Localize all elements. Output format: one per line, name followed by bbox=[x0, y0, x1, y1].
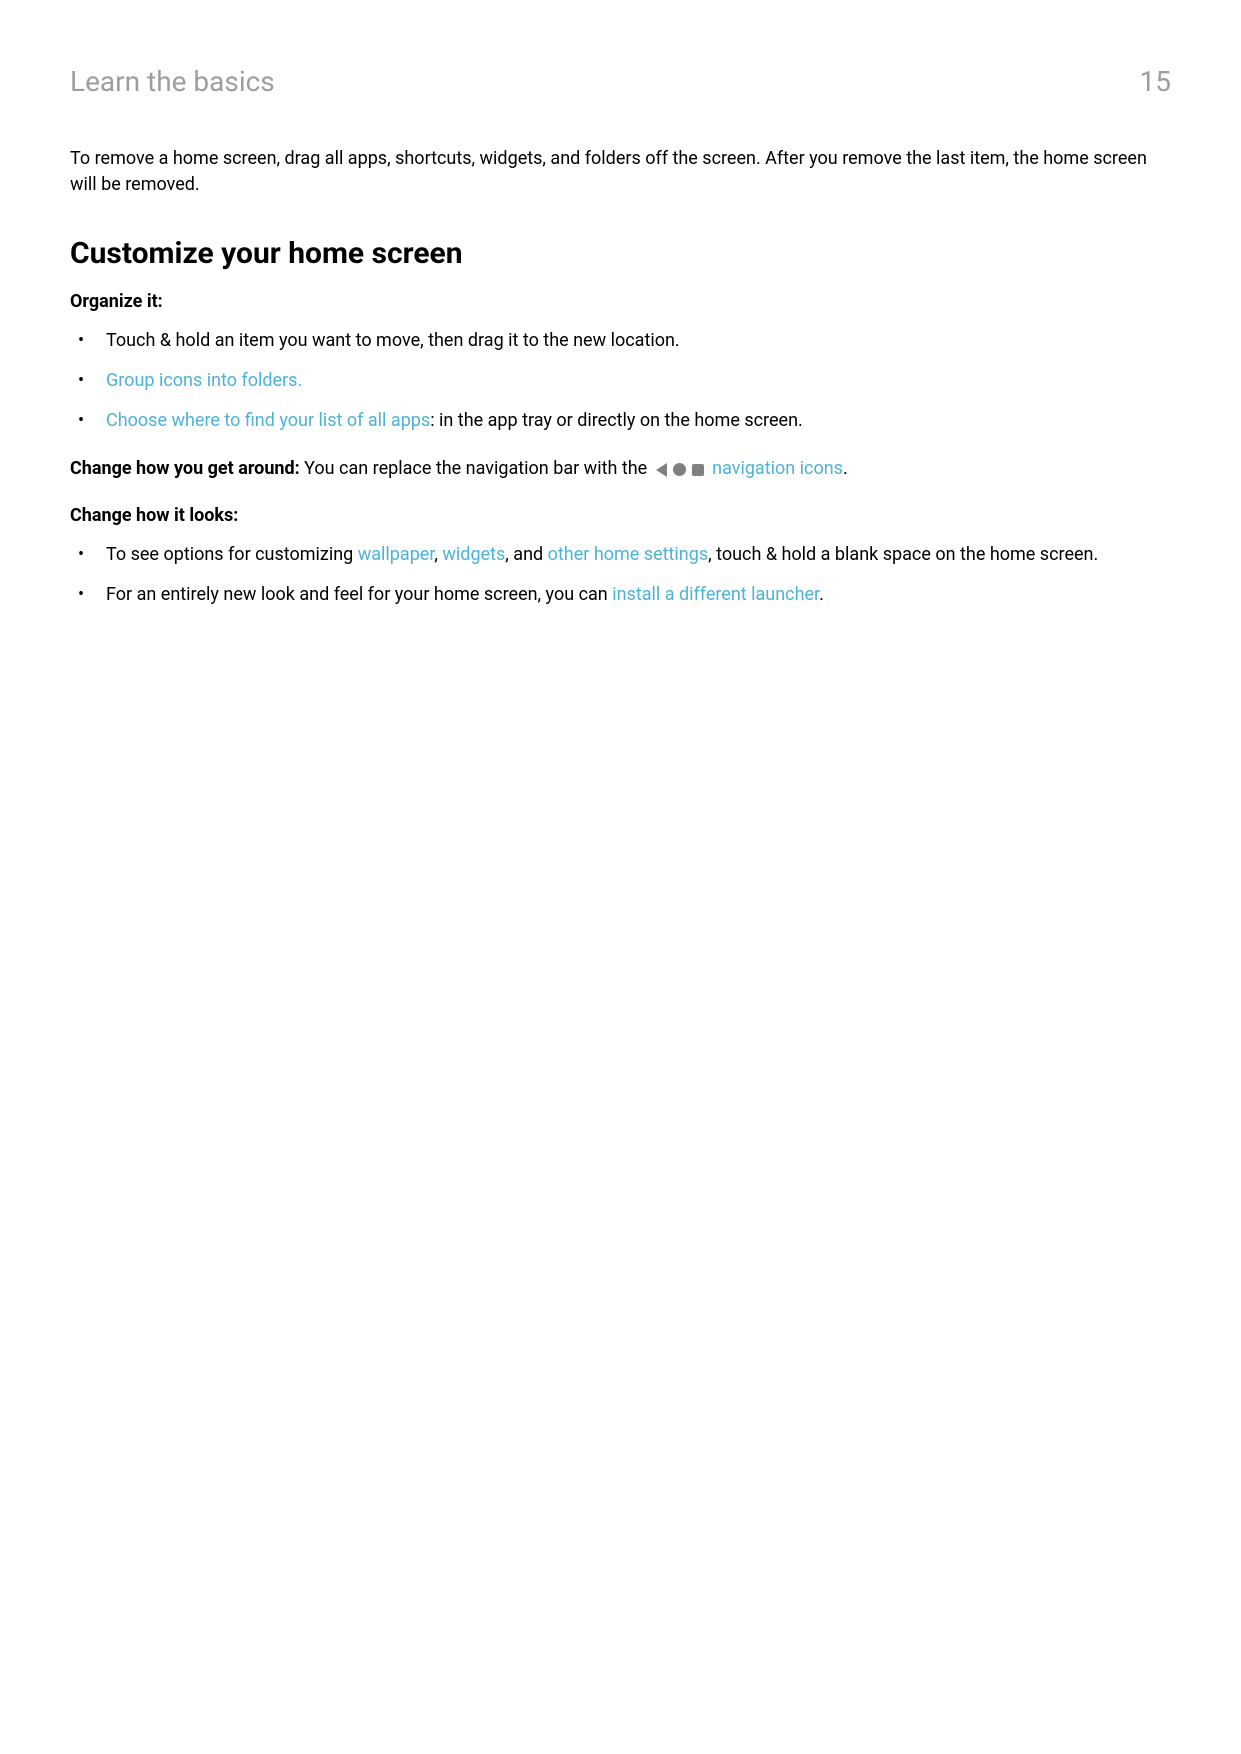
home-settings-link[interactable]: other home settings bbox=[548, 544, 708, 565]
back-icon bbox=[656, 463, 667, 477]
list-item-text: : in the app tray or directly on the hom… bbox=[430, 410, 803, 431]
navigation-icons-link[interactable]: navigation icons bbox=[712, 458, 843, 479]
get-around-text: You can replace the navigation bar with … bbox=[300, 458, 652, 479]
list-item-text: , and bbox=[505, 544, 547, 565]
list-item-text: To see options for customizing bbox=[106, 544, 358, 565]
period: . bbox=[843, 458, 848, 479]
group-icons-link[interactable]: Group icons into folders. bbox=[106, 370, 302, 391]
page-number: 15 bbox=[1140, 65, 1171, 98]
looks-heading: Change how it looks: bbox=[70, 505, 1171, 526]
wallpaper-link[interactable]: wallpaper bbox=[358, 544, 435, 565]
header-title: Learn the basics bbox=[70, 65, 275, 98]
overview-icon bbox=[692, 464, 704, 476]
navigation-icons-group bbox=[656, 463, 704, 477]
list-item-text: , touch & hold a blank space on the home… bbox=[708, 544, 1098, 565]
get-around-label: Change how you get around: bbox=[70, 458, 300, 479]
list-item: Touch & hold an item you want to move, t… bbox=[70, 328, 1171, 354]
launcher-link[interactable]: install a different launcher bbox=[612, 584, 819, 605]
page-header: Learn the basics 15 bbox=[70, 65, 1171, 98]
list-item: Choose where to find your list of all ap… bbox=[70, 408, 1171, 434]
widgets-link[interactable]: widgets bbox=[442, 544, 505, 565]
list-item-text: . bbox=[819, 584, 824, 605]
organize-heading: Organize it: bbox=[70, 291, 1171, 312]
organize-list: Touch & hold an item you want to move, t… bbox=[70, 328, 1171, 434]
section-heading: Customize your home screen bbox=[70, 236, 1171, 271]
get-around-paragraph: Change how you get around: You can repla… bbox=[70, 456, 1171, 482]
choose-apps-link[interactable]: Choose where to find your list of all ap… bbox=[106, 410, 430, 431]
looks-list: To see options for customizing wallpaper… bbox=[70, 542, 1171, 608]
list-item-text: For an entirely new look and feel for yo… bbox=[106, 584, 612, 605]
intro-paragraph: To remove a home screen, drag all apps, … bbox=[70, 146, 1171, 198]
list-item: Group icons into folders. bbox=[70, 368, 1171, 394]
list-item: For an entirely new look and feel for yo… bbox=[70, 582, 1171, 608]
home-icon bbox=[673, 463, 686, 476]
list-item: To see options for customizing wallpaper… bbox=[70, 542, 1171, 568]
